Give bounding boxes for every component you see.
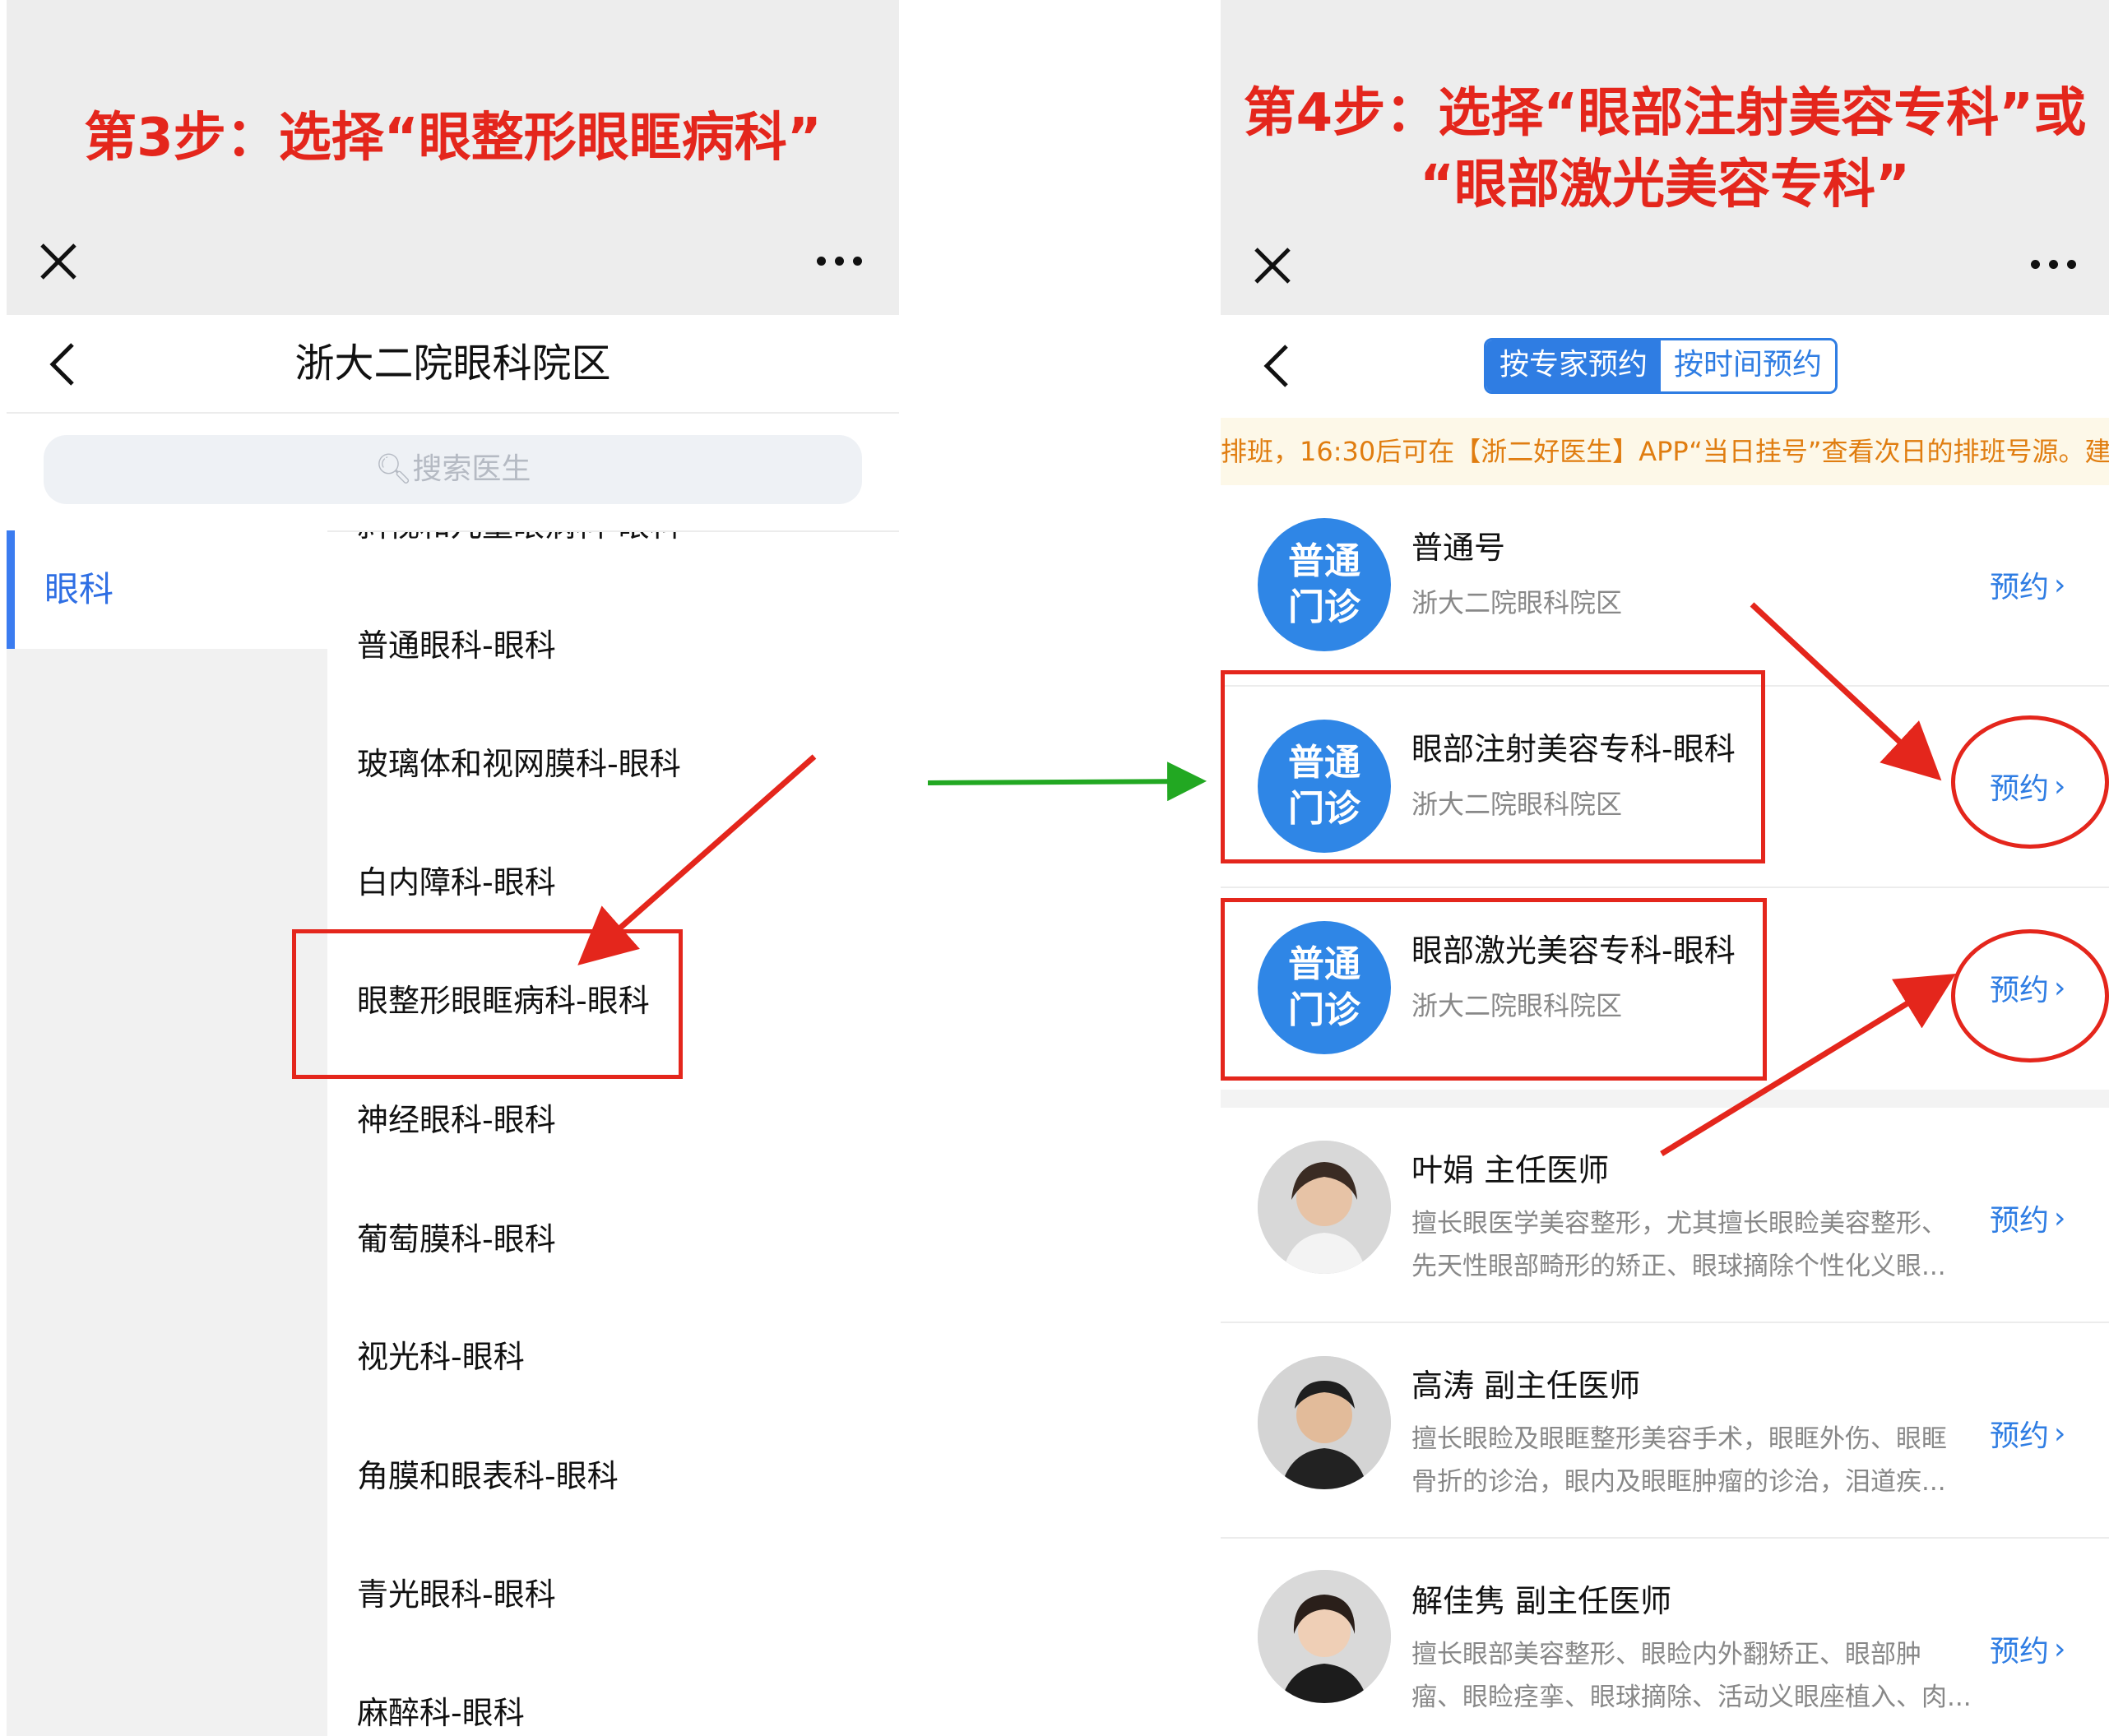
doctor-avatar — [1258, 1141, 1391, 1274]
step4-title-line1: 第4步：选择“眼部注射美容专科”或 — [1243, 83, 2087, 144]
clinic-location: 浙大二院眼科院区 — [1411, 587, 1623, 618]
doctor-avatar — [1258, 1356, 1391, 1489]
sidebar: 眼科 — [7, 530, 327, 1736]
department-item[interactable]: 斜视和儿童眼病科-眼科 — [357, 532, 681, 550]
right-screenshot: 第4步：选择“眼部注射美容专科”或 “眼部激光美容专科” 按专家预约 按时间预约… — [1221, 0, 2109, 1736]
more-dots-icon[interactable] — [817, 257, 862, 266]
chevron-right-icon: › — [2054, 567, 2066, 602]
clinic-row[interactable]: 普通 门诊 普通号 浙大二院眼科院区 预约 › — [1221, 485, 2109, 687]
highlight-box-laser — [1221, 898, 1767, 1081]
highlight-circle-book — [1951, 715, 2109, 849]
search-icon: 🔍︎ — [374, 452, 413, 486]
doctor-desc: 擅长眼睑及眼眶整形美容手术，眼眶外伤、眼眶 骨折的诊治，眼内及眼眶肿瘤的诊治，泪道… — [1411, 1424, 1947, 1497]
nav-bar: 浙大二院眼科院区 — [7, 315, 899, 414]
tab-by-expert[interactable]: 按专家预约 — [1486, 340, 1662, 391]
book-button[interactable]: 预约 › — [1990, 1197, 2065, 1239]
step3-title: 第3步：选择“眼整形眼眶病科” — [84, 108, 822, 169]
top-bar: 第3步：选择“眼整形眼眶病科” — [7, 0, 899, 315]
chevron-right-icon: › — [2054, 1416, 2066, 1451]
page-title: 浙大二院眼科院区 — [294, 340, 611, 387]
clinic-badge: 普通 门诊 — [1258, 518, 1391, 651]
doctor-name: 叶娟 主任医师 — [1411, 1152, 1610, 1188]
close-icon[interactable] — [1249, 243, 1296, 289]
top-bar: 第4步：选择“眼部注射美容专科”或 “眼部激光美容专科” — [1221, 0, 2109, 315]
section-divider — [1221, 1090, 2109, 1108]
book-button[interactable]: 预约 › — [1990, 1412, 2065, 1455]
doctor-desc: 擅长眼部美容整形、眼睑内外翻矫正、眼部肿 瘤、眼睑痉挛、眼球摘除、活动义眼座植入、… — [1411, 1640, 1971, 1712]
sidebar-item-ophthalmology[interactable]: 眼科 — [7, 530, 327, 649]
chevron-right-icon: › — [2054, 1632, 2066, 1666]
department-item[interactable]: 角膜和眼表科-眼科 — [357, 1451, 619, 1501]
doctor-row[interactable]: 解佳隽 副主任医师 擅长眼部美容整形、眼睑内外翻矫正、眼部肿 瘤、眼睑痉挛、眼球摘… — [1221, 1539, 2109, 1736]
department-item[interactable]: 普通眼科-眼科 — [357, 621, 556, 670]
search-input[interactable]: 🔍︎搜索医生 — [44, 435, 862, 504]
doctor-name: 解佳隽 副主任医师 — [1411, 1583, 1672, 1619]
step4-title-line2: “眼部激光美容专科” — [1419, 155, 1911, 215]
highlight-box-injection — [1221, 670, 1765, 863]
department-list: 斜视和儿童眼病科-眼科 普通眼科-眼科 玻璃体和视网膜科-眼科 白内障科-眼科 … — [327, 532, 899, 1736]
department-item[interactable]: 视光科-眼科 — [357, 1332, 525, 1382]
tab-by-time[interactable]: 按时间预约 — [1661, 340, 1836, 391]
nav-bar: 按专家预约 按时间预约 — [1221, 315, 2109, 418]
book-button[interactable]: 预约 › — [1990, 1627, 2065, 1670]
department-item[interactable]: 葡萄膜科-眼科 — [357, 1215, 556, 1264]
booking-mode-tabs: 按专家预约 按时间预约 — [1484, 338, 1838, 394]
department-item[interactable]: 白内障科-眼科 — [357, 858, 556, 907]
highlight-box — [292, 929, 683, 1079]
chevron-right-icon: › — [2054, 1201, 2066, 1235]
more-dots-icon[interactable] — [2031, 260, 2076, 269]
doctor-avatar — [1258, 1570, 1391, 1703]
department-item[interactable]: 青光眼科-眼科 — [357, 1570, 556, 1619]
department-item[interactable]: 玻璃体和视网膜科-眼科 — [357, 739, 681, 789]
book-button[interactable]: 预约 › — [1990, 563, 2065, 606]
doctor-name: 高涛 副主任医师 — [1411, 1368, 1641, 1404]
department-item[interactable]: 神经眼科-眼科 — [357, 1095, 556, 1145]
left-screenshot: 第3步：选择“眼整形眼眶病科” 浙大二院眼科院区 🔍︎搜索医生 眼科 斜视和儿童… — [7, 0, 899, 1736]
close-icon[interactable] — [35, 238, 81, 285]
clinic-name: 普通号 — [1411, 530, 1506, 566]
doctor-desc: 擅长眼医学美容整形，尤其擅长眼睑美容整形、 先天性眼部畸形的矫正、眼球摘除个性化义… — [1411, 1209, 1947, 1281]
notice-banner: 排班，16:30后可在【浙二好医生】APP“当日挂号”查看次日的排班号源。建议 — [1221, 418, 2109, 485]
department-item[interactable]: 麻醉科-眼科 — [357, 1688, 525, 1736]
green-arrow — [927, 762, 1207, 802]
chevron-left-icon[interactable] — [1254, 341, 1303, 391]
search-bar-container: 🔍︎搜索医生 — [7, 414, 899, 532]
doctor-row[interactable]: 叶娟 主任医师 擅长眼医学美容整形，尤其擅长眼睑美容整形、 先天性眼部畸形的矫正、… — [1221, 1108, 2109, 1323]
search-placeholder: 搜索医生 — [412, 452, 531, 486]
highlight-circle-book — [1951, 929, 2109, 1062]
doctor-row[interactable]: 高涛 副主任医师 擅长眼睑及眼眶整形美容手术，眼眶外伤、眼眶 骨折的诊治，眼内及眼… — [1221, 1323, 2109, 1539]
